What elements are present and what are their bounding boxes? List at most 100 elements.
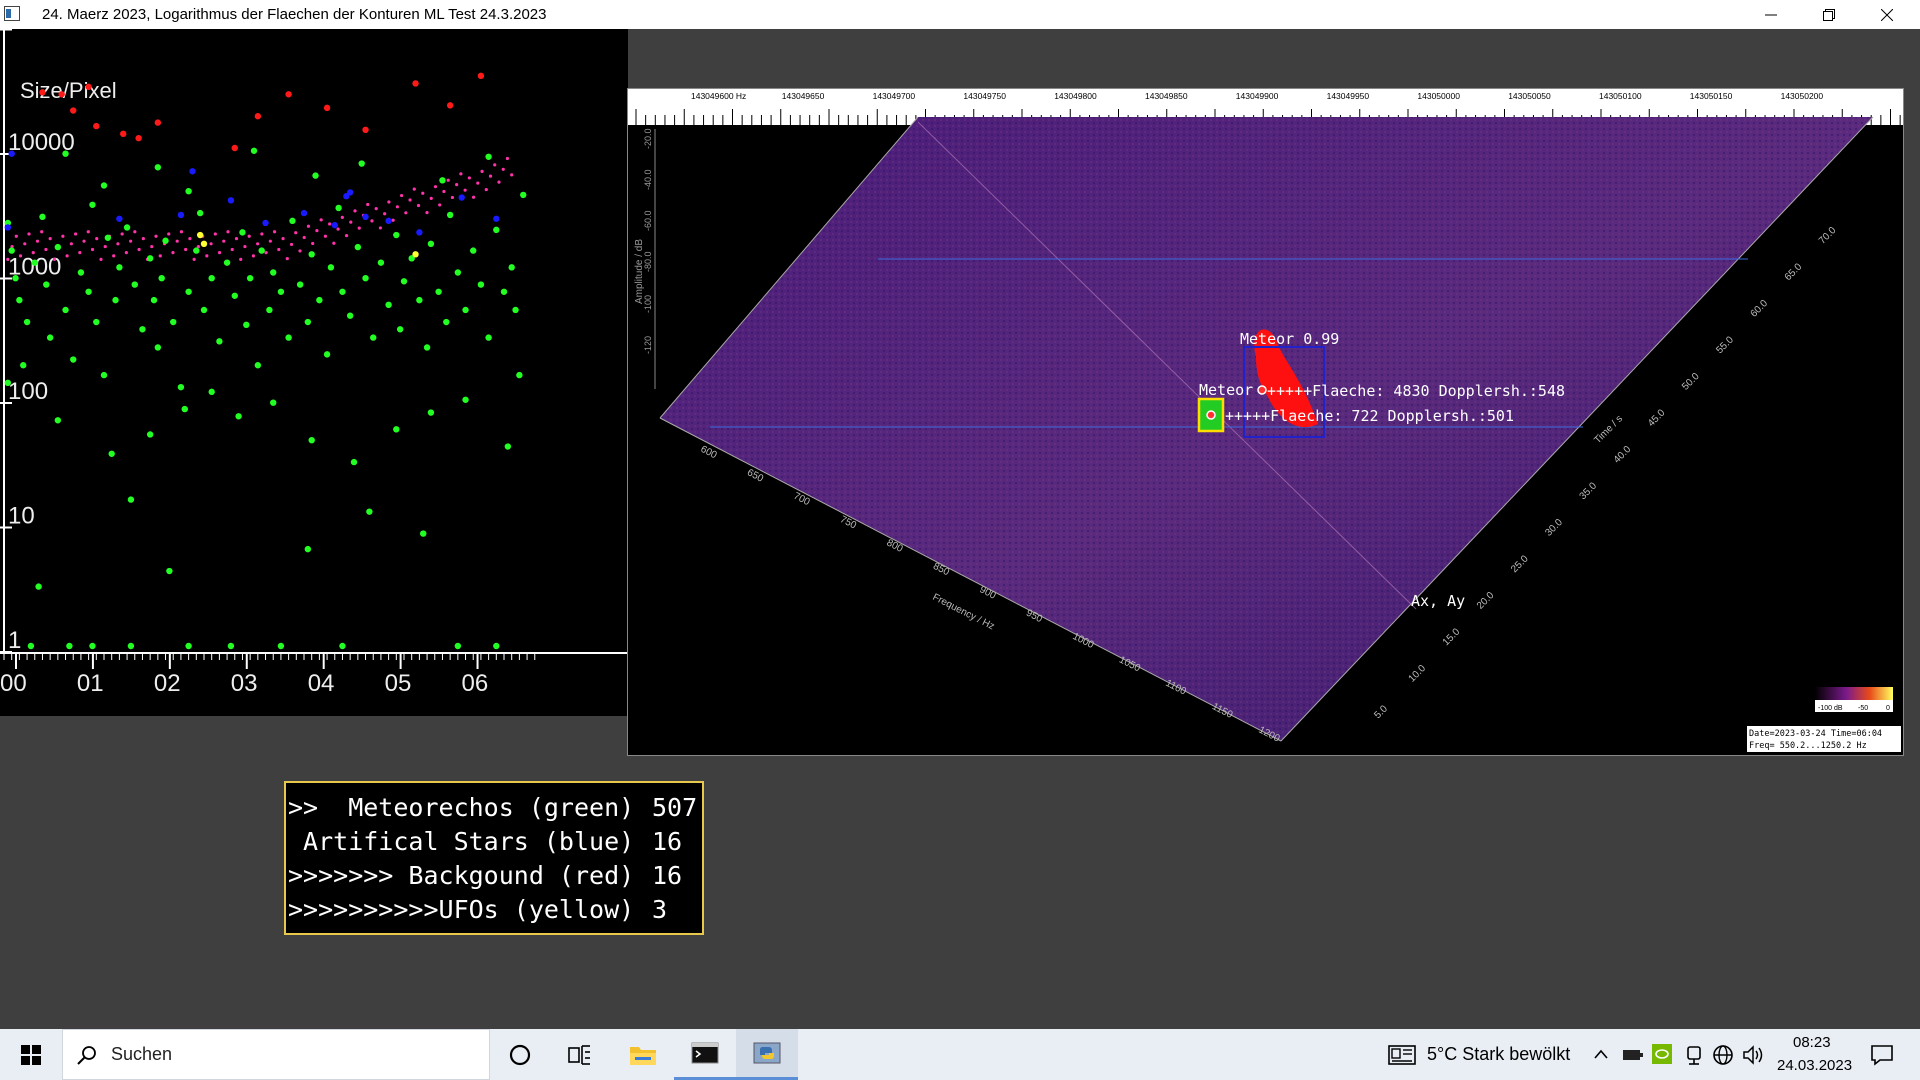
trend-marker [65, 254, 69, 258]
trend-marker [484, 187, 488, 192]
task-view-button[interactable] [550, 1029, 610, 1080]
meteor-point [339, 642, 346, 650]
trend-marker [311, 241, 315, 246]
search-placeholder: Suchen [111, 1044, 173, 1064]
news-widget-icon[interactable] [1388, 1045, 1416, 1065]
meteor-point [270, 399, 277, 406]
background-point [285, 91, 292, 98]
window-title: 24. Maerz 2023, Logarithmus der Flaechen… [42, 6, 547, 23]
meteor-point [316, 296, 323, 304]
minimize-button[interactable] [1742, 0, 1800, 29]
star-point [189, 168, 196, 175]
meteor-point [154, 164, 162, 171]
trend-marker [408, 198, 412, 202]
trend-marker [222, 239, 226, 243]
freq-ruler-label: 143049800 [1054, 91, 1097, 101]
cortana-button[interactable] [490, 1029, 550, 1080]
cortana-icon [509, 1044, 531, 1065]
background-point [154, 119, 162, 126]
trend-marker [213, 232, 217, 236]
trend-marker [450, 195, 455, 200]
freq-ruler-label: 143049850 [1145, 91, 1188, 101]
time-tick-label: 50.0 [1680, 371, 1702, 393]
stats-label: >>>>>>>>>>UFOs (yellow) [288, 895, 635, 924]
star-point [416, 229, 423, 236]
clock-time[interactable]: 08:23 [1793, 1034, 1831, 1051]
meteor-point [89, 642, 96, 650]
meteor-point [4, 379, 12, 387]
star-point [362, 213, 369, 221]
trend-marker [493, 163, 497, 167]
star-point [385, 217, 392, 225]
color-scale-max: 0 [1886, 705, 1890, 712]
trend-marker [243, 244, 247, 249]
background-point [135, 134, 142, 142]
notification-center-icon[interactable] [1870, 1043, 1894, 1067]
trend-marker [99, 257, 103, 261]
meteor-point [116, 264, 123, 271]
x-tick-label: 01 [77, 670, 104, 697]
time-tick-label: 10.0 [1407, 663, 1429, 685]
windows-logo-icon [21, 1044, 41, 1065]
meteor-point [270, 269, 277, 276]
meteor-point [339, 288, 346, 295]
trend-marker [480, 169, 484, 173]
volume-icon[interactable] [1742, 1044, 1766, 1066]
trend-marker [73, 232, 78, 236]
amplitude-tick-label: -60.0 [643, 210, 653, 231]
meteor-point [235, 413, 242, 420]
python-taskbar-button[interactable] [736, 1029, 798, 1080]
network-globe-icon[interactable] [1712, 1044, 1734, 1066]
taskbar: Suchen 5°C Stark bewölkt 08:23 24.03.202… [0, 1029, 1920, 1080]
meteor-point [123, 224, 131, 231]
meet-now-icon[interactable] [1684, 1044, 1704, 1066]
trend-marker [35, 239, 40, 243]
freq-ruler-label: 143049700 [873, 91, 916, 101]
weather-text[interactable]: 5°C Stark bewölkt [1427, 1044, 1570, 1065]
detection-info-large: +++++Flaeche: 4830 Dopplersh.:548 [1267, 382, 1565, 400]
meteor-point [243, 321, 250, 329]
chevron-up-icon[interactable] [1593, 1048, 1609, 1060]
meteor-point [100, 182, 108, 189]
trend-marker [471, 195, 476, 199]
background-point [231, 144, 238, 152]
search-box[interactable]: Suchen [62, 1029, 490, 1080]
meteor-point [54, 417, 62, 424]
stats-row-ufos: >>>>>>>>>>UFOs (yellow) 3 [286, 895, 702, 924]
start-button[interactable] [0, 1029, 62, 1080]
meteor-point [250, 147, 258, 154]
stats-row-meteor: >> Meteorechos (green) 507 [286, 793, 702, 822]
meteor-point [208, 274, 215, 282]
trend-marker [467, 176, 471, 180]
meteor-point [443, 318, 450, 326]
meteor-point [470, 247, 477, 254]
stats-count: 507 [652, 793, 698, 822]
trend-marker [416, 203, 421, 208]
meteor-point [170, 318, 177, 326]
star-point [262, 219, 269, 227]
file-explorer-button[interactable] [612, 1029, 674, 1080]
meteor-point [39, 213, 46, 221]
nvidia-icon[interactable] [1652, 1044, 1672, 1064]
meteor-point [508, 264, 515, 271]
close-button[interactable] [1858, 0, 1916, 29]
trend-marker [23, 242, 27, 246]
meteor-point [254, 362, 262, 369]
meteor-point [127, 496, 135, 503]
restore-button[interactable] [1800, 0, 1858, 29]
meteor-point [308, 251, 315, 258]
battery-icon[interactable] [1622, 1046, 1644, 1062]
trend-marker [387, 200, 391, 204]
trend-marker [268, 239, 272, 243]
background-point [120, 130, 127, 138]
meteor-point [12, 274, 19, 282]
clock-date[interactable]: 24.03.2023 [1777, 1057, 1852, 1074]
meteor-point [185, 187, 192, 195]
trend-marker [400, 193, 404, 198]
trend-marker [86, 230, 90, 234]
meteor-point [493, 226, 500, 234]
terminal-taskbar-button[interactable] [674, 1029, 736, 1080]
meteor-point [196, 209, 204, 217]
meteor-point [396, 326, 404, 333]
meteor-point [85, 288, 92, 295]
